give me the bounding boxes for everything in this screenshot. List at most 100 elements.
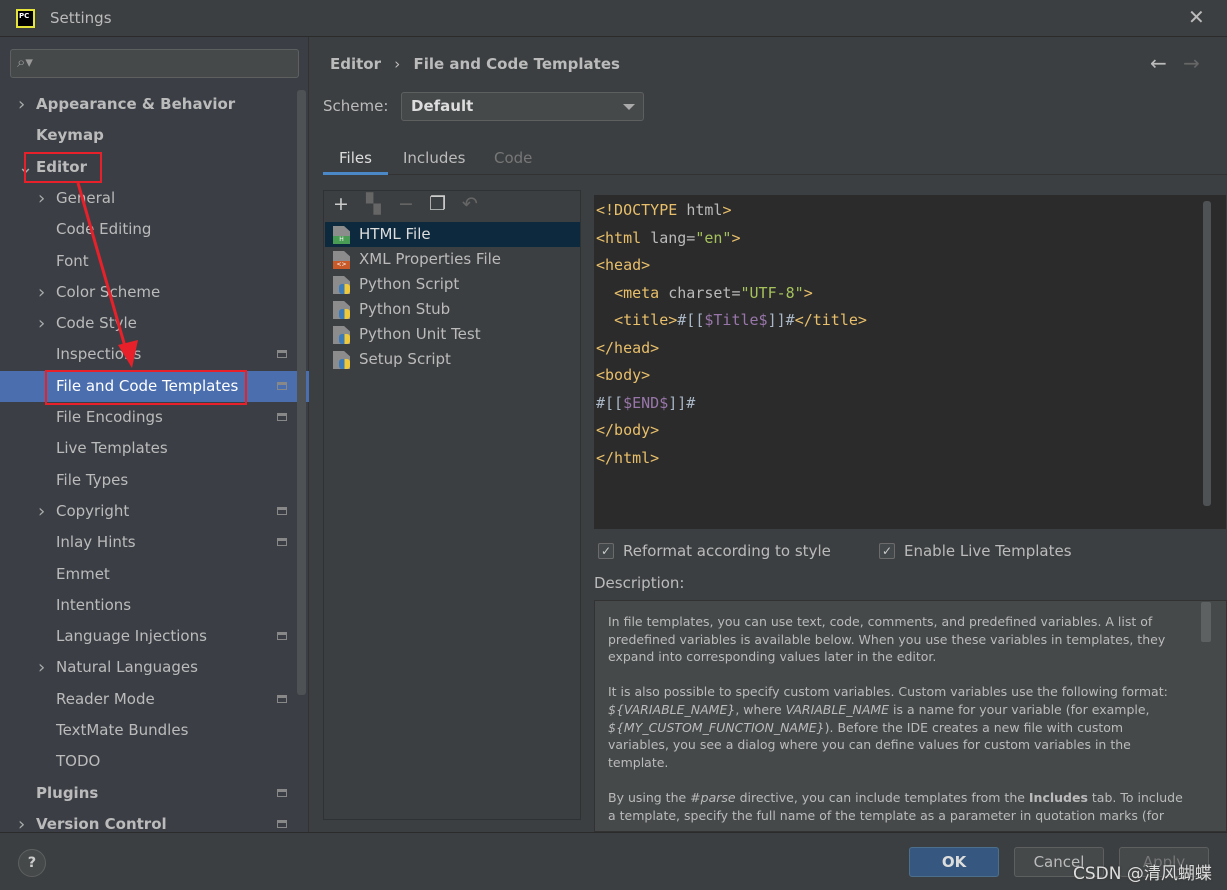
sidebar-item[interactable]: › Copyright <box>0 496 296 527</box>
project-scope-icon <box>277 788 287 797</box>
sidebar-item[interactable]: Inlay Hints <box>0 527 296 558</box>
description-paragraph: In file templates, you can use text, cod… <box>608 614 1166 665</box>
sidebar-item[interactable]: › Code Style <box>0 308 296 339</box>
sidebar-item-label: File Types <box>56 470 129 489</box>
search-input[interactable]: ⌕▾ <box>10 49 299 78</box>
sidebar-item-label: Plugins <box>36 783 99 802</box>
close-icon[interactable]: ✕ <box>1188 5 1205 29</box>
template-toolbar: + ▚ − ❐ ↶ <box>324 191 580 221</box>
sidebar-item-label: Reader Mode <box>56 689 155 708</box>
sidebar-item-label: Copyright <box>56 501 130 520</box>
code-line: <body> <box>594 362 1226 390</box>
sidebar-item[interactable]: Inspections <box>0 339 296 370</box>
code-token: </head> <box>596 338 660 357</box>
breadcrumb: Editor › File and Code Templates <box>330 55 620 73</box>
code-token: > <box>722 201 732 219</box>
live-templates-label: Enable Live Templates <box>904 542 1072 560</box>
breadcrumb-parent[interactable]: Editor <box>330 55 381 73</box>
sidebar-item[interactable]: File Encodings <box>0 402 296 433</box>
sidebar-item-label: Language Injections <box>56 627 207 646</box>
code-token: $END$ <box>623 393 669 412</box>
chevron-right-icon[interactable]: › <box>38 652 45 683</box>
chevron-right-icon[interactable]: › <box>38 183 45 214</box>
tab-includes[interactable]: Includes <box>387 143 481 175</box>
editor-scrollbar[interactable] <box>1203 201 1211 506</box>
template-list-item[interactable]: Setup Script <box>325 347 580 372</box>
description-scrollbar[interactable] <box>1201 602 1211 642</box>
dialog-footer: ? OK Cancel Apply <box>0 832 1227 890</box>
sidebar-item[interactable]: Intentions <box>0 590 296 621</box>
html-file-icon: H <box>333 226 350 244</box>
sidebar-item-label: File and Code Templates <box>56 376 239 395</box>
sidebar-item[interactable]: File and Code Templates <box>0 370 309 402</box>
copy-icon[interactable]: ❐ <box>429 193 446 215</box>
code-line: </head> <box>594 335 1226 363</box>
settings-sidebar: ⌕▾ › Appearance & Behavior Keymap ⌄ Editor › G… <box>0 37 309 835</box>
ok-button[interactable]: OK <box>909 847 999 877</box>
sidebar-item[interactable]: › Color Scheme <box>0 277 296 308</box>
description-paragraph: By using the #parse directive, you can i… <box>608 789 1183 823</box>
description-label: Description: <box>594 574 685 592</box>
sidebar-item[interactable]: File Types <box>0 465 296 496</box>
code-token: lang= <box>650 228 696 247</box>
chevron-right-icon[interactable]: › <box>18 89 25 120</box>
reset-icon[interactable]: ↶ <box>462 193 478 215</box>
code-token: $Title$ <box>704 311 768 329</box>
code-line: <!DOCTYPE html> <box>594 197 1226 225</box>
template-label: Python Unit Test <box>359 325 481 343</box>
chevron-right-icon[interactable]: › <box>38 308 45 339</box>
tab-files[interactable]: Files <box>323 143 388 175</box>
sidebar-item-label: TextMate Bundles <box>56 721 189 739</box>
template-list-item[interactable]: H HTML File <box>325 222 580 247</box>
chevron-down-icon <box>623 104 635 110</box>
sidebar-item[interactable]: › Appearance & Behavior <box>0 89 296 120</box>
add-child-icon[interactable]: ▚ <box>366 193 381 215</box>
sidebar-item[interactable]: Language Injections <box>0 621 296 652</box>
code-line: </body> <box>594 417 1226 445</box>
sidebar-item-label: Emmet <box>56 564 110 583</box>
template-list-item[interactable]: Python Stub <box>325 297 580 322</box>
checkmark-icon: ✓ <box>879 543 895 559</box>
template-list-item[interactable]: <> XML Properties File <box>325 247 580 272</box>
help-button[interactable]: ? <box>18 849 46 877</box>
forward-arrow-icon[interactable]: → <box>1183 51 1200 75</box>
template-code-editor[interactable]: <!DOCTYPE html> <html lang="en"> <head> <m… <box>594 195 1226 529</box>
sidebar-item-label: Code Style <box>56 314 137 333</box>
sidebar-item[interactable]: ⌄ Editor <box>0 152 296 183</box>
minus-icon[interactable]: − <box>398 193 414 215</box>
sidebar-item[interactable]: TODO <box>0 746 296 777</box>
project-scope-icon <box>277 506 287 515</box>
sidebar-item[interactable]: › General <box>0 183 296 214</box>
sidebar-item-label: Appearance & Behavior <box>36 95 236 113</box>
sidebar-item-label: Intentions <box>56 595 132 614</box>
sidebar-item[interactable]: Emmet <box>0 559 296 590</box>
sidebar-item[interactable]: Plugins <box>0 778 296 809</box>
sidebar-item[interactable]: › Natural Languages <box>0 652 296 683</box>
chevron-down-icon[interactable]: ⌄ <box>18 152 33 183</box>
sidebar-item[interactable]: Reader Mode <box>0 684 296 715</box>
template-label: XML Properties File <box>359 250 502 268</box>
chevron-right-icon[interactable]: › <box>38 277 45 308</box>
template-label: Python Script <box>359 275 460 293</box>
template-list-item[interactable]: Python Unit Test <box>325 322 580 347</box>
template-label: Setup Script <box>359 350 451 368</box>
sidebar-item-label: Live Templates <box>56 439 168 458</box>
sidebar-scrollbar[interactable] <box>297 90 306 695</box>
sidebar-item[interactable]: Live Templates <box>0 433 296 464</box>
sidebar-item[interactable]: Keymap <box>0 120 296 151</box>
title-bar: PC Settings ✕ <box>0 0 1227 37</box>
template-list-item[interactable]: Python Script <box>325 272 580 297</box>
sidebar-item[interactable]: Code Editing <box>0 214 296 245</box>
sidebar-item[interactable]: Font <box>0 246 296 277</box>
code-token: </html> <box>596 448 660 467</box>
code-token: <meta <box>614 283 669 302</box>
sidebar-item[interactable]: TextMate Bundles <box>0 715 296 746</box>
plus-icon[interactable]: + <box>333 193 349 215</box>
breadcrumb-current: File and Code Templates <box>413 55 620 73</box>
code-token: </body> <box>596 421 660 439</box>
chevron-right-icon[interactable]: › <box>38 496 45 527</box>
scheme-dropdown[interactable]: Default <box>401 92 644 121</box>
watermark: CSDN @清风蝴蝶 <box>1073 864 1212 884</box>
back-arrow-icon[interactable]: ← <box>1150 51 1167 75</box>
sidebar-item-label: General <box>56 188 116 207</box>
